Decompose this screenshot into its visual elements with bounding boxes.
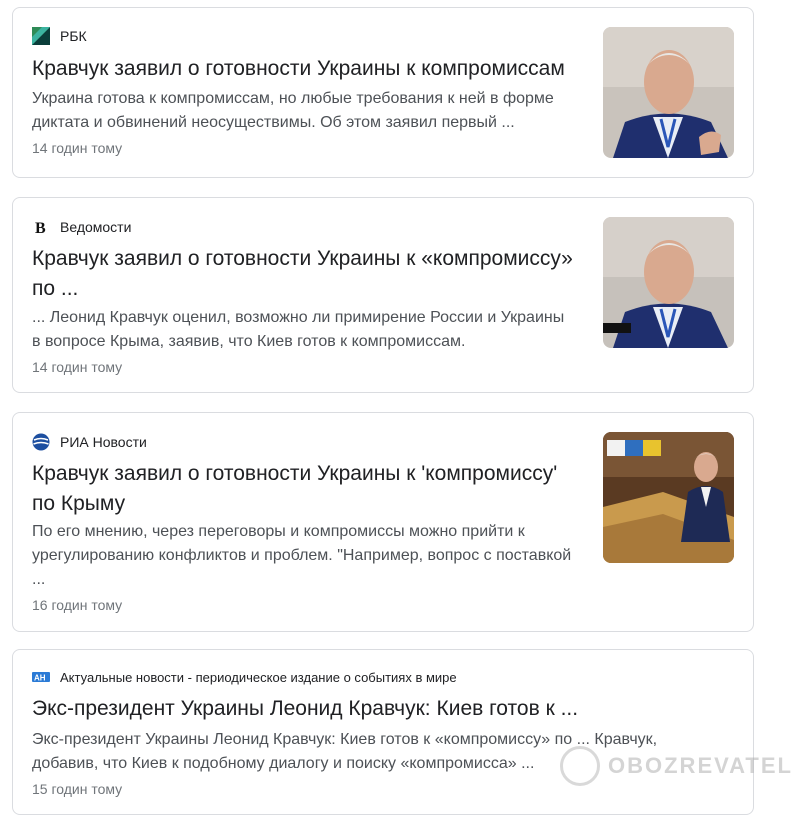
snippet-line: добавив, что Киев к подобному диалогу и … [32,755,535,772]
svg-text:В: В [35,220,46,236]
news-snippet: Украина готова к компромиссам, но любые … [32,87,554,135]
news-snippet: Экс-президент Украины Леонид Кравчук: Ки… [32,728,657,776]
news-time: 14 годин тому [32,140,123,156]
ah-logo-icon: AH [32,668,50,686]
snippet-line: диктата и обвинений неосуществимы. Об эт… [32,114,515,131]
source-name: Ведомости [60,219,132,235]
news-card[interactable]: РБК Кравчук заявил о готовности Украины … [12,7,754,178]
news-source: РИА Новости [32,433,147,451]
source-name: Актуальные новости - периодическое издан… [60,669,457,685]
news-thumbnail[interactable] [603,217,734,348]
news-thumbnail[interactable] [603,27,734,158]
news-card[interactable]: РИА Новости Кравчук заявил о готовности … [12,412,754,632]
source-name: РИА Новости [60,434,147,450]
ria-logo-icon [32,433,50,451]
title-line: по ... [32,277,79,300]
title-line: Кравчук заявил о готовности Украины к 'к… [32,462,558,485]
news-source: РБК [32,27,87,45]
news-card[interactable]: AH Актуальные новости - периодическое из… [12,649,754,815]
news-snippet: ... Леонид Кравчук оценил, возможно ли п… [32,306,564,354]
news-title[interactable]: Кравчук заявил о готовности Украины к ко… [32,54,565,84]
vedomosti-logo-icon: В [32,218,50,236]
news-card[interactable]: В Ведомости Кравчук заявил о готовности … [12,197,754,393]
news-thumbnail[interactable] [603,432,734,563]
news-title[interactable]: Кравчук заявил о готовности Украины к 'к… [32,459,557,519]
snippet-line: Экс-президент Украины Леонид Кравчук: Ки… [32,731,658,748]
snippet-line: Украина готова к компромиссам, но любые … [32,90,554,107]
news-source: AH Актуальные новости - периодическое из… [32,668,457,686]
news-snippet: По его мнению, через переговоры и компро… [32,520,571,592]
news-time: 14 годин тому [32,359,123,375]
snippet-line: ... Леонид Кравчук оценил, возможно ли п… [32,309,565,326]
news-time: 15 годин тому [32,781,123,797]
news-title[interactable]: Экс-президент Украины Леонид Кравчук: Ки… [32,694,578,724]
title-line: по Крыму [32,492,126,515]
source-name: РБК [60,28,87,44]
snippet-line: урегулированию конфликтов и проблем. "На… [32,547,572,564]
news-source: В Ведомости [32,218,131,236]
svg-text:AH: AH [34,674,46,683]
title-line: Кравчук заявил о готовности Украины к «к… [32,247,573,270]
snippet-line: в вопросе Крыма, заявив, что Киев готов … [32,333,466,350]
news-time: 16 годин тому [32,597,123,613]
news-title[interactable]: Кравчук заявил о готовности Украины к «к… [32,244,573,304]
snippet-line: По его мнению, через переговоры и компро… [32,523,525,540]
snippet-line: ... [32,571,46,588]
rbc-logo-icon [32,27,50,45]
